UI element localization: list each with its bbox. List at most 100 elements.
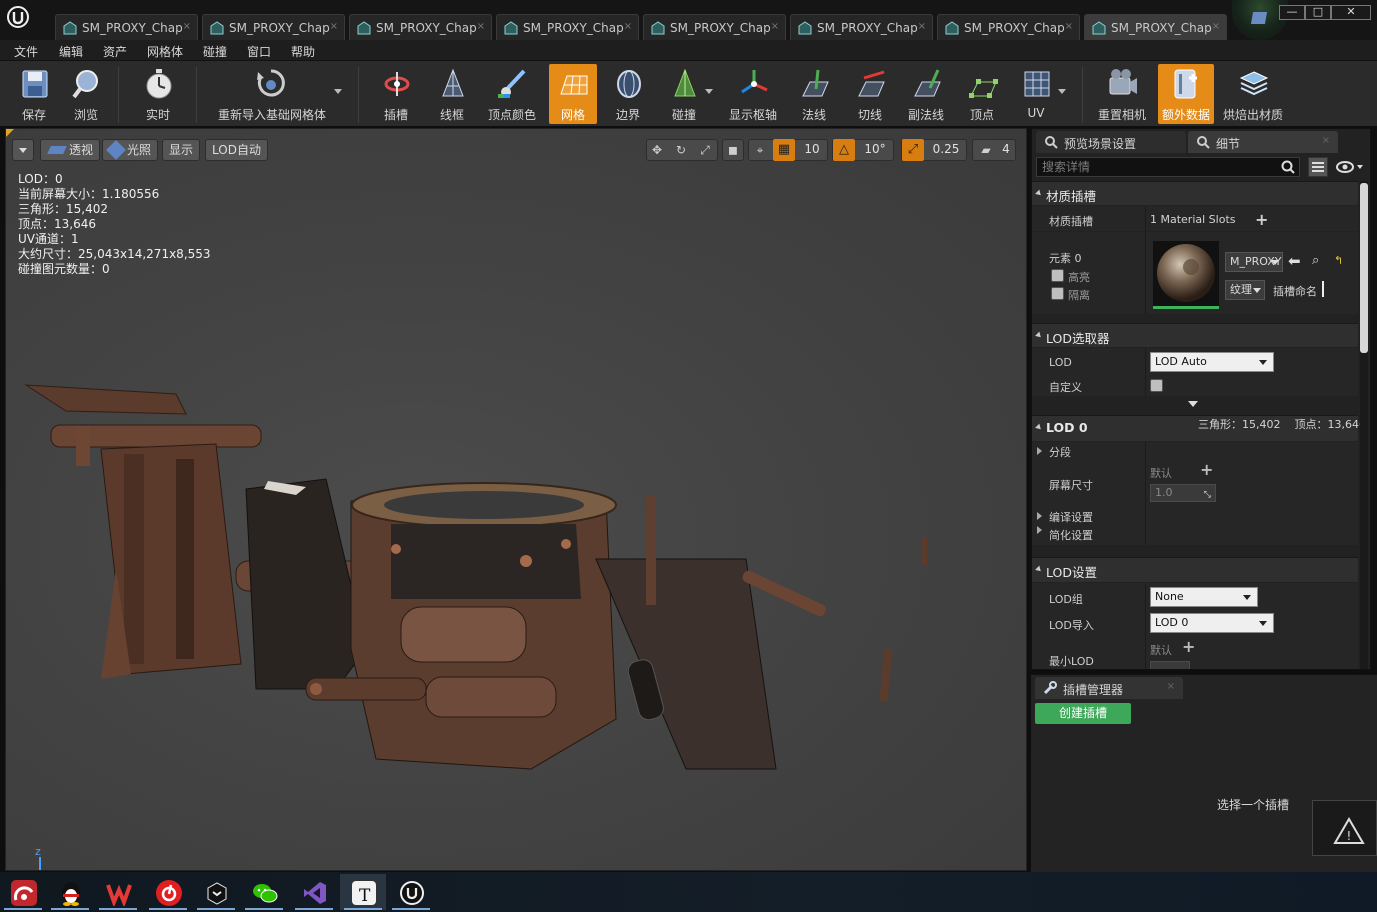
chevron-down-icon[interactable] — [334, 89, 342, 94]
taskbar-app-unreal[interactable] — [388, 874, 434, 910]
chevron-down-icon[interactable] — [1058, 89, 1066, 94]
uv-toggle[interactable]: UV — [1012, 64, 1060, 124]
menu-edit[interactable]: 编辑 — [59, 43, 83, 60]
tab-socket-manager[interactable]: 插槽管理器 × — [1035, 677, 1183, 699]
menu-help[interactable]: 帮助 — [291, 43, 315, 60]
taskbar-app-typora[interactable]: T — [340, 874, 386, 910]
expand-arrow-icon[interactable] — [1037, 447, 1042, 455]
tab-preview-scene-settings[interactable]: 预览场景设置 — [1036, 131, 1186, 153]
asset-tab-6[interactable]: SM_PROXY_Chap × — [790, 14, 933, 40]
bake-material-button[interactable]: 烘焙出材质 — [1223, 64, 1283, 124]
taskbar-app-wechat[interactable] — [241, 874, 287, 910]
section-lod-settings[interactable]: LOD设置 — [1032, 557, 1358, 582]
rotation-snap-value[interactable]: 10° — [858, 139, 892, 161]
move-icon[interactable]: ✥ — [647, 139, 667, 161]
save-button[interactable]: 保存 — [10, 64, 58, 124]
section-lod0[interactable]: LOD 0 三角形：15,402 顶点：13,646 — [1032, 415, 1366, 441]
taskbar-app-music[interactable] — [145, 874, 191, 910]
add-override-icon[interactable]: + — [1200, 462, 1213, 478]
taskbar-app-browser[interactable] — [0, 874, 46, 910]
maximize-button[interactable]: □ — [1305, 5, 1331, 20]
binormals-toggle[interactable]: 副法线 — [902, 64, 950, 124]
menu-collision[interactable]: 碰撞 — [203, 43, 227, 60]
taskbar-app-wps[interactable] — [95, 874, 141, 910]
camera-speed-value[interactable]: 4 — [998, 139, 1014, 161]
scale-snap-toggle[interactable]: ⤢ — [902, 139, 924, 161]
close-icon[interactable]: × — [477, 21, 485, 32]
reduction-settings-label[interactable]: 简化设置 — [1049, 527, 1093, 543]
bounds-toggle[interactable]: 边界 — [604, 64, 652, 124]
browse-asset-icon[interactable]: ⌕ — [1312, 253, 1319, 268]
rotation-snap-toggle[interactable]: △ — [833, 139, 855, 161]
expand-arrow-icon[interactable] — [1188, 401, 1198, 407]
scale-snap-value[interactable]: 0.25 — [927, 139, 965, 161]
close-icon[interactable]: × — [918, 21, 926, 32]
show-button[interactable]: 显示 — [162, 139, 201, 161]
pivot-toggle[interactable]: 显示枢轴 — [729, 64, 777, 124]
menu-asset[interactable]: 资产 — [103, 43, 127, 60]
lod-dropdown[interactable]: LOD Auto — [1150, 352, 1274, 372]
use-selected-arrow-icon[interactable]: ⬅ — [1288, 252, 1301, 270]
reimport-button[interactable]: 重新导入基础网格体 — [218, 64, 326, 124]
perspective-button[interactable]: 透视 — [40, 139, 101, 161]
asset-tab-5[interactable]: SM_PROXY_Chap × — [643, 14, 786, 40]
asset-tab-2[interactable]: SM_PROXY_Chap × — [202, 14, 345, 40]
add-material-slot-icon[interactable]: + — [1255, 212, 1268, 228]
collision-toggle[interactable]: 碰撞 — [660, 64, 708, 124]
highlight-checkbox[interactable] — [1051, 269, 1064, 282]
isolate-checkbox[interactable] — [1051, 287, 1064, 300]
texture-dropdown[interactable]: 纹理 — [1225, 280, 1265, 300]
section-material-slots[interactable]: 材质插槽 — [1032, 181, 1358, 205]
view-options-eye-icon[interactable] — [1335, 159, 1365, 175]
screen-size-field[interactable]: 1.0 ⤡ — [1150, 484, 1216, 502]
taskbar-app-qq[interactable] — [47, 874, 93, 910]
camera-speed-icon[interactable]: ▰ — [976, 139, 996, 161]
tangents-toggle[interactable]: 切线 — [846, 64, 894, 124]
menu-window[interactable]: 窗口 — [247, 43, 271, 60]
minimize-button[interactable]: — — [1279, 5, 1305, 20]
grid-snap-toggle[interactable]: ▦ — [773, 139, 795, 161]
rotate-icon[interactable]: ↻ — [671, 139, 691, 161]
close-icon[interactable]: × — [1212, 21, 1220, 32]
viewport-options-button[interactable] — [12, 139, 34, 161]
chevron-down-icon[interactable] — [705, 89, 713, 94]
warning-notification[interactable]: ! — [1312, 800, 1377, 856]
details-scrollbar-thumb[interactable] — [1360, 183, 1368, 353]
asset-tab-4[interactable]: SM_PROXY_Chap × — [496, 14, 639, 40]
close-icon[interactable]: × — [771, 21, 779, 32]
details-search-input[interactable] — [1037, 158, 1299, 176]
mesh-viewport[interactable]: 透视 光照 显示 LOD自动 ✥ ↻ ⤢ ◼ ⌖ ▦ 10 △ 10° ⤢ 0.… — [5, 128, 1027, 871]
create-socket-button[interactable]: 创建插槽 — [1035, 703, 1131, 724]
taskbar-app-box[interactable] — [193, 874, 239, 910]
search-icon[interactable] — [1281, 160, 1295, 174]
browse-button[interactable]: 浏览 — [62, 64, 110, 124]
material-select-dropdown[interactable]: M_PROXY — [1225, 252, 1283, 272]
close-icon[interactable]: × — [624, 21, 632, 32]
lit-button[interactable]: 光照 — [102, 139, 159, 161]
additional-data-toggle[interactable]: 额外数据 — [1158, 64, 1214, 124]
wireframe-toggle[interactable]: 线框 — [428, 64, 476, 124]
close-icon[interactable]: × — [183, 21, 191, 32]
close-window-button[interactable]: ✕ — [1331, 5, 1371, 20]
close-icon[interactable]: × — [1322, 135, 1330, 146]
realtime-button[interactable]: 实时 — [134, 64, 182, 124]
property-matrix-button[interactable] — [1308, 157, 1328, 177]
world-cube-icon[interactable]: ◼ — [723, 139, 743, 161]
reset-camera-button[interactable]: 重置相机 — [1098, 64, 1146, 124]
grid-snap-value[interactable]: 10 — [798, 139, 826, 161]
section-lod-picker[interactable]: LOD选取器 — [1032, 323, 1358, 347]
asset-tab-3[interactable]: SM_PROXY_Chap × — [349, 14, 492, 40]
taskbar-app-visual-studio[interactable] — [291, 874, 337, 910]
asset-tab-7[interactable]: SM_PROXY_Chap × — [937, 14, 1080, 40]
close-icon[interactable]: × — [1065, 21, 1073, 32]
material-thumbnail[interactable] — [1153, 241, 1219, 309]
vertices-toggle[interactable]: 顶点 — [958, 64, 1006, 124]
add-override-icon[interactable]: + — [1182, 639, 1195, 655]
menu-file[interactable]: 文件 — [14, 43, 38, 60]
grid-toggle[interactable]: 网格 — [549, 64, 597, 124]
build-settings-label[interactable]: 编译设置 — [1049, 509, 1093, 525]
normals-toggle[interactable]: 法线 — [790, 64, 838, 124]
asset-tab-1[interactable]: SM_PROXY_Chap × — [55, 14, 198, 40]
lod-auto-button[interactable]: LOD自动 — [205, 139, 268, 161]
scale-icon[interactable]: ⤢ — [695, 139, 715, 161]
